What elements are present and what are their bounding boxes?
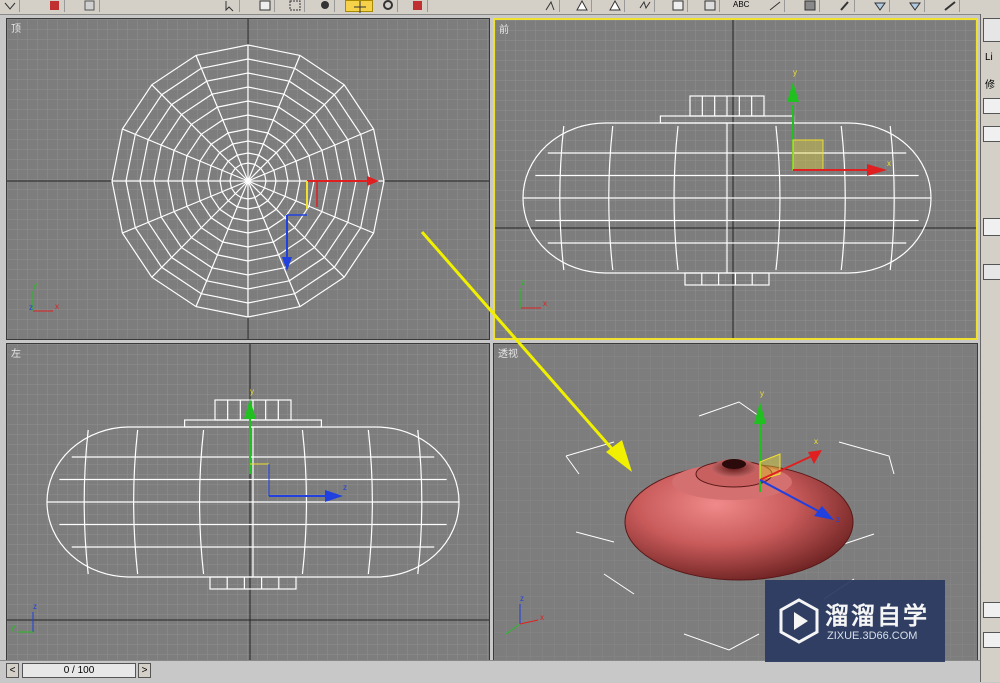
top-view-canvas: y x z xyxy=(7,19,489,339)
svg-text:z: z xyxy=(33,602,37,611)
create-tab[interactable] xyxy=(983,18,1000,42)
axis-z-label: z xyxy=(29,303,33,312)
time-slider[interactable]: 0 / 100 xyxy=(22,663,136,678)
material-editor-button[interactable] xyxy=(700,0,720,12)
unlink-button[interactable] xyxy=(80,0,100,12)
rectangular-selection-button[interactable] xyxy=(285,0,305,12)
timeline-bar: < 0 / 100 > xyxy=(0,660,980,683)
select-and-scale-button[interactable] xyxy=(408,0,428,12)
render-setup-button[interactable] xyxy=(765,0,785,12)
quick-render-button[interactable] xyxy=(835,0,855,12)
play-logo-icon xyxy=(779,598,819,644)
svg-text:x: x xyxy=(887,159,891,168)
left-view-canvas: y z z y xyxy=(7,344,489,660)
command-panel-item[interactable]: Li xyxy=(985,52,993,63)
viewport-label[interactable]: 透视 xyxy=(498,345,518,360)
watermark-logo: 溜溜自学 ZIXUE.3D66.COM xyxy=(765,580,945,662)
select-and-rotate-button[interactable] xyxy=(378,0,398,12)
viewport-top[interactable]: 顶 y x z xyxy=(6,18,490,340)
render-frame-button[interactable] xyxy=(800,0,820,12)
svg-text:y: y xyxy=(250,387,254,396)
axis-x-label: x xyxy=(55,302,59,311)
active-shade-button[interactable] xyxy=(905,0,925,12)
align-button[interactable] xyxy=(572,0,592,12)
render-last-button[interactable] xyxy=(870,0,890,12)
svg-text:x: x xyxy=(814,437,818,446)
svg-text:z: z xyxy=(520,594,524,603)
viewport-label[interactable]: 顶 xyxy=(11,20,21,35)
command-panel-item[interactable]: 修 xyxy=(985,76,995,91)
svg-text:y: y xyxy=(11,623,15,632)
window-crossing-button[interactable] xyxy=(315,0,335,12)
command-panel: Li 修 xyxy=(980,14,1000,682)
environment-button[interactable] xyxy=(940,0,960,12)
curve-editor-button[interactable] xyxy=(635,0,655,12)
viewport-left[interactable]: 左 y z z y xyxy=(6,343,490,661)
timeline-prev-button[interactable]: < xyxy=(6,663,19,678)
modifier-list[interactable] xyxy=(983,126,1000,142)
schematic-view-button[interactable] xyxy=(668,0,688,12)
front-view-canvas: y x z x xyxy=(495,20,976,338)
logo-url: ZIXUE.3D66.COM xyxy=(827,630,918,642)
select-object-button[interactable] xyxy=(220,0,240,12)
svg-text:y: y xyxy=(793,68,797,77)
rollout-button[interactable] xyxy=(983,218,1000,236)
timeline-next-button[interactable]: > xyxy=(138,663,151,678)
checkbox[interactable] xyxy=(983,602,1000,618)
layer-manager-button[interactable] xyxy=(605,0,625,12)
checkbox[interactable] xyxy=(983,632,1000,648)
svg-text:x: x xyxy=(543,299,547,308)
mirror-button[interactable] xyxy=(540,0,560,12)
svg-text:z: z xyxy=(836,515,840,524)
viewport-label[interactable]: 左 xyxy=(11,345,21,360)
svg-text:y: y xyxy=(760,389,764,398)
spelling-button[interactable]: ABC xyxy=(733,0,749,10)
logo-title: 溜溜自学 xyxy=(825,603,929,630)
axis-y-label: y xyxy=(33,281,37,290)
select-and-move-button[interactable] xyxy=(345,0,373,13)
svg-text:z: z xyxy=(343,483,347,492)
svg-text:z: z xyxy=(521,278,525,287)
viewport-label[interactable]: 前 xyxy=(499,21,509,36)
viewport-front[interactable]: 前 y x z x xyxy=(493,18,978,340)
main-toolbar: ABC xyxy=(0,0,1000,15)
modifier-stack[interactable] xyxy=(983,98,1000,114)
svg-text:x: x xyxy=(540,613,544,622)
select-link-button[interactable] xyxy=(45,0,65,12)
select-by-name-button[interactable] xyxy=(255,0,275,12)
undo-button[interactable] xyxy=(0,0,20,12)
parameters-rollout[interactable] xyxy=(983,264,1000,280)
